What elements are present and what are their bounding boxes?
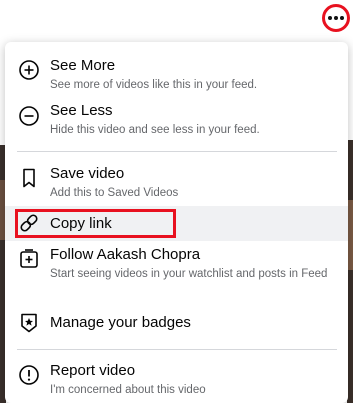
- minus-circle-icon: [19, 106, 39, 126]
- follow-icon: [20, 249, 38, 268]
- menu-divider: [17, 349, 337, 350]
- menu-item-description: I'm concerned about this video: [50, 384, 206, 396]
- menu-item-title: See More: [50, 57, 116, 74]
- menu-item-description: Hide this video and see less in your fee…: [50, 124, 260, 136]
- menu-item-see-more[interactable]: See More See more of videos like this in…: [5, 48, 348, 100]
- menu-item-manage-badges[interactable]: Manage your badges: [5, 306, 348, 340]
- menu-item-see-less[interactable]: See Less Hide this video and see less in…: [5, 95, 348, 145]
- menu-item-title: Report video: [50, 362, 136, 379]
- more-options-button[interactable]: [322, 4, 350, 32]
- badge-icon: [21, 313, 37, 333]
- menu-item-description: Add this to Saved Videos: [50, 187, 179, 199]
- menu-item-report-video[interactable]: Report video I'm concerned about this vi…: [5, 356, 348, 402]
- menu-item-description: Start seeing videos in your watchlist an…: [50, 268, 328, 280]
- menu-item-description: See more of videos like this in your fee…: [50, 79, 258, 91]
- menu-item-title: Save video: [50, 165, 125, 182]
- more-dot-icon: [340, 16, 344, 20]
- menu-item-follow-aakash-chopra[interactable]: Follow Aakash Chopra Start seeing videos…: [5, 242, 348, 304]
- menu-item-save-video[interactable]: Save video Add this to Saved Videos: [5, 159, 348, 207]
- copy-link-highlight-box: [15, 209, 176, 238]
- more-dot-icon: [334, 16, 338, 20]
- bookmark-icon: [23, 168, 35, 188]
- menu-item-title: Manage your badges: [50, 314, 191, 331]
- menu-item-title: Follow Aakash Chopra: [50, 246, 201, 263]
- plus-circle-icon: [19, 60, 39, 80]
- report-icon: [19, 365, 39, 385]
- menu-divider: [17, 151, 337, 152]
- menu-item-title: See Less: [50, 102, 113, 119]
- more-dot-icon: [328, 16, 332, 20]
